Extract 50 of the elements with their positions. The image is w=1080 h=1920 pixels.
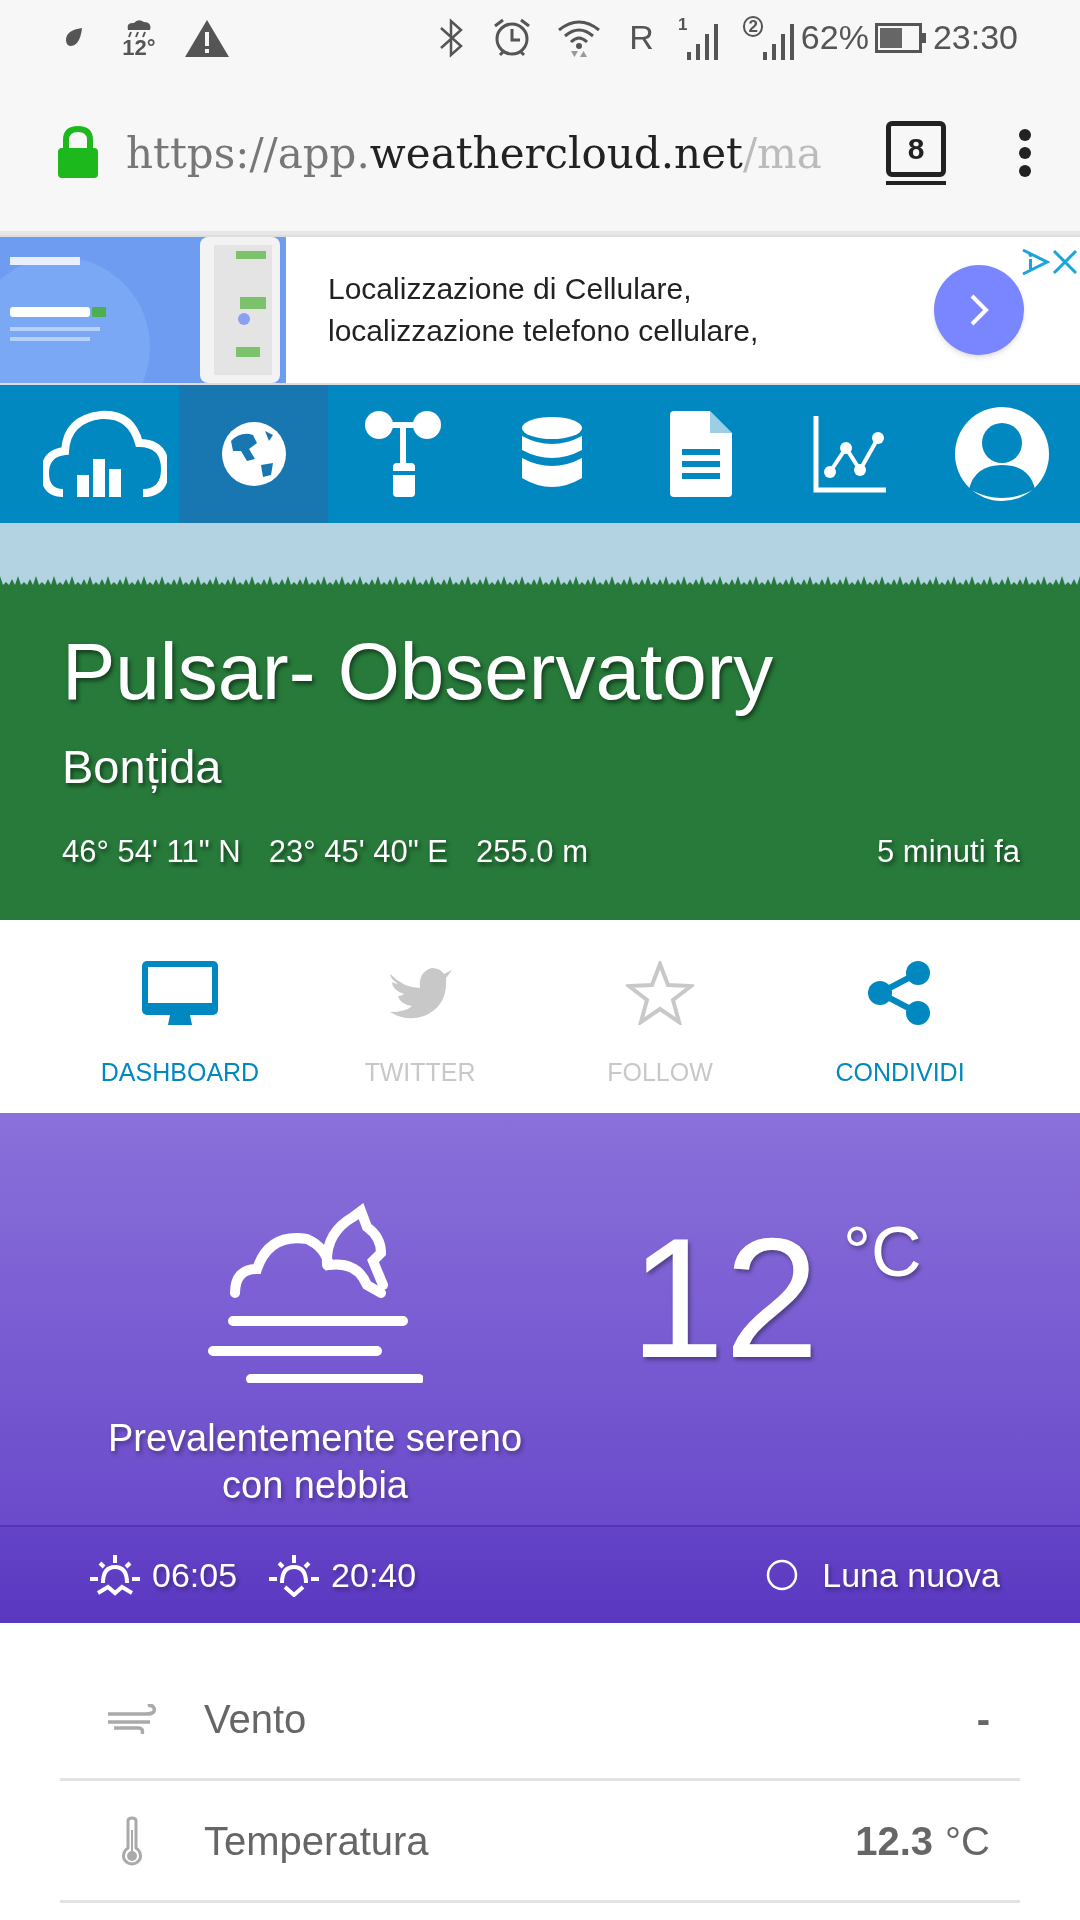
sim-number: 1 bbox=[677, 15, 688, 33]
cloud-moon-fog-icon bbox=[207, 1203, 423, 1383]
moon-phase: Luna nuova bbox=[822, 1554, 1000, 1596]
action-button[interactable]: DASHBOARD bbox=[60, 920, 300, 1113]
sunrise-time: 06:05 bbox=[152, 1554, 238, 1596]
document-icon bbox=[667, 411, 734, 497]
nav-tab[interactable] bbox=[179, 385, 328, 523]
weather-temperature: 12° bbox=[122, 37, 156, 58]
reading-value: 12.3 bbox=[855, 1817, 934, 1865]
wind-icon bbox=[106, 1703, 158, 1734]
sunrise-icon bbox=[88, 1553, 142, 1597]
cloud-chart-icon bbox=[42, 409, 167, 499]
globe-icon bbox=[220, 421, 287, 487]
lock-icon bbox=[56, 126, 100, 180]
last-update: 5 minuti fa bbox=[877, 833, 1020, 871]
sim-number: 2 bbox=[743, 15, 763, 37]
ad-text[interactable]: localizzazione telefono cellulare, bbox=[328, 310, 900, 352]
temperature-unit: °C bbox=[843, 1217, 922, 1287]
ad-info-icon bbox=[1020, 247, 1050, 277]
sunset-icon bbox=[267, 1553, 322, 1597]
share-icon bbox=[868, 961, 932, 1025]
battery-icon bbox=[874, 22, 927, 53]
clock-time: 23:30 bbox=[932, 17, 1018, 58]
line-chart-icon bbox=[811, 414, 888, 494]
sunset-time: 20:40 bbox=[331, 1554, 417, 1596]
monitor-icon bbox=[142, 961, 218, 1025]
altitude: 255.0 m bbox=[476, 833, 588, 871]
avatar-icon bbox=[955, 407, 1049, 501]
weather-condition: Prevalentemente sereno con nebbia bbox=[107, 1416, 523, 1508]
ad-text[interactable]: Localizzazione di Cellulare, bbox=[328, 268, 900, 310]
anemometer-icon bbox=[364, 409, 441, 499]
close-icon bbox=[1052, 249, 1078, 275]
latitude: 46° 54' 11" N bbox=[62, 833, 241, 871]
station-name: Pulsar- Observatory bbox=[62, 627, 774, 717]
temperature-value: 12 bbox=[630, 1223, 820, 1373]
star-icon bbox=[626, 961, 694, 1025]
station-location: Bonțida bbox=[62, 739, 222, 795]
roaming-indicator: R bbox=[629, 17, 654, 58]
more-menu-icon bbox=[1018, 128, 1032, 178]
thermometer-icon bbox=[120, 1815, 144, 1866]
action-button[interactable]: CONDIVIDI bbox=[780, 920, 1020, 1113]
reading-label: Vento bbox=[204, 1695, 307, 1743]
reading-label: Temperatura bbox=[204, 1817, 429, 1865]
battery-percent: 62% bbox=[800, 17, 869, 58]
reading-unit: °C bbox=[945, 1817, 990, 1865]
reading-value: - bbox=[976, 1695, 990, 1743]
moon-phase-icon bbox=[766, 1559, 799, 1591]
longitude: 23° 45' 40" E bbox=[268, 833, 448, 871]
url-field[interactable]: https://app.weathercloud.net/ma bbox=[126, 121, 870, 185]
bird-icon bbox=[388, 966, 452, 1020]
